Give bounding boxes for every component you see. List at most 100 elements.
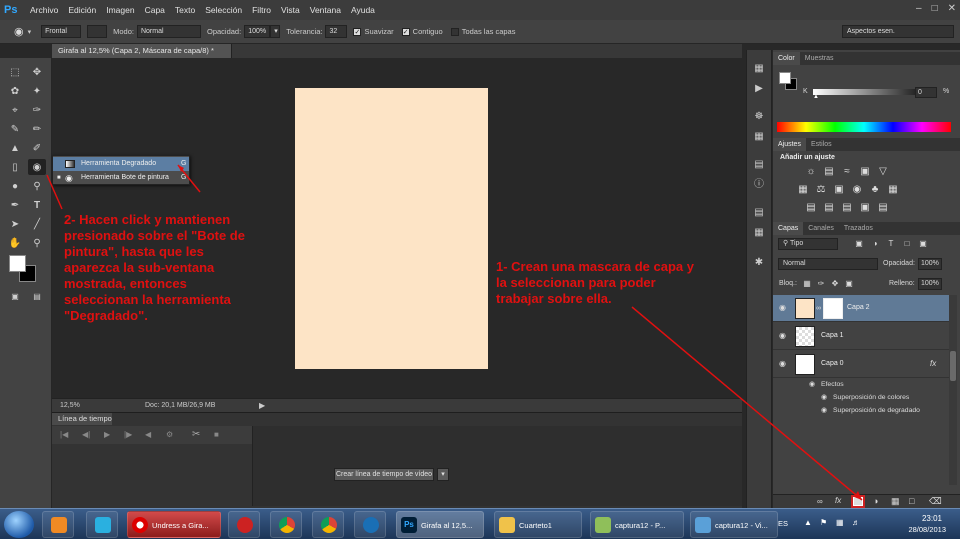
- layer-effects-fx-icon[interactable]: fx: [930, 359, 936, 368]
- tab-adjustments[interactable]: Ajustes: [773, 138, 806, 151]
- paint-bucket-tool-item[interactable]: ■ ◉ Herramienta Bote de pintura G: [53, 171, 189, 185]
- brush-tool-icon[interactable]: ✏: [28, 121, 46, 137]
- pen-tool-icon[interactable]: ✒: [6, 197, 24, 213]
- tab-channels[interactable]: Canales: [803, 222, 839, 235]
- add-layer-mask-icon[interactable]: [851, 495, 865, 508]
- type-tool-icon[interactable]: T: [28, 197, 46, 213]
- clock-date[interactable]: 28/08/2013: [908, 525, 946, 534]
- navigator-panel-icon[interactable]: ▦: [752, 226, 766, 240]
- blur-tool-icon[interactable]: ●: [6, 178, 24, 194]
- lock-transparency-icon[interactable]: ▦: [801, 278, 813, 290]
- hand-tool-icon[interactable]: ✋: [6, 235, 24, 251]
- tray-arrow-icon[interactable]: ▲: [804, 518, 812, 527]
- color-fg-swatch[interactable]: [779, 72, 791, 84]
- document-tab[interactable]: Girafa al 12,5% (Capa 2, Máscara de capa…: [52, 44, 232, 58]
- fill-source-select[interactable]: Frontal: [41, 25, 82, 38]
- next-frame-icon[interactable]: |▶: [124, 430, 132, 439]
- foreground-color-swatch[interactable]: [9, 255, 26, 272]
- contiguous-checkbox[interactable]: ✓: [401, 27, 410, 36]
- layer-row-capa-1[interactable]: ◉ Capa 1: [773, 323, 949, 350]
- taskbar-app-2[interactable]: [86, 511, 118, 538]
- gradient-tool-item[interactable]: Herramienta Degradado G: [53, 157, 189, 171]
- marquee-tool-icon[interactable]: ⬚: [6, 64, 24, 80]
- paragraph-panel-icon[interactable]: ▤: [752, 206, 766, 220]
- network-icon[interactable]: ▦: [836, 518, 844, 527]
- tab-layers[interactable]: Capas: [773, 222, 804, 235]
- tab-paths[interactable]: Trazados: [839, 222, 878, 235]
- menu-imagen[interactable]: Imagen: [106, 5, 134, 15]
- tab-swatches[interactable]: Muestras: [800, 52, 839, 65]
- new-group-icon[interactable]: ▦: [891, 496, 900, 507]
- eye-icon[interactable]: ◉: [779, 332, 789, 340]
- effect-row-color-overlay[interactable]: ◉ Superposición de colores: [773, 391, 949, 404]
- menu-ayuda[interactable]: Ayuda: [351, 5, 375, 15]
- filter-type-icon[interactable]: T: [885, 238, 897, 250]
- new-adjustment-icon[interactable]: ◑: [873, 496, 878, 506]
- clone-stamp-tool-icon[interactable]: ▲: [6, 140, 24, 156]
- all-layers-checkbox[interactable]: [450, 27, 459, 36]
- menu-texto[interactable]: Texto: [175, 5, 195, 15]
- menu-seleccion[interactable]: Selección: [205, 5, 242, 15]
- character-panel-icon[interactable]: ▤: [752, 158, 766, 172]
- trash-icon[interactable]: ⌫: [929, 496, 942, 507]
- play-icon[interactable]: ▶: [104, 430, 110, 439]
- black-white-icon[interactable]: ▣: [833, 184, 845, 196]
- taskbar-photoshop-window[interactable]: Ps Girafa al 12,5...: [396, 511, 484, 538]
- eyedropper-tool-icon[interactable]: ✑: [28, 102, 46, 118]
- document-canvas[interactable]: [295, 88, 488, 369]
- color-balance-icon[interactable]: ⚖: [815, 184, 827, 196]
- hue-saturation-icon[interactable]: ▦: [797, 184, 809, 196]
- quick-mask-icon[interactable]: ▣: [6, 288, 24, 304]
- taskbar-media-player[interactable]: [42, 511, 74, 538]
- opacity-input[interactable]: 100%: [244, 25, 271, 38]
- photo-filter-icon[interactable]: ◉: [851, 184, 863, 196]
- taskbar-paint-window[interactable]: captura12 - P...: [590, 511, 684, 538]
- selective-color-icon[interactable]: ▣: [859, 202, 871, 214]
- brightness-icon[interactable]: ☼: [805, 166, 817, 178]
- lock-pixels-icon[interactable]: ✑: [815, 278, 827, 290]
- taskbar-chrome-1[interactable]: [270, 511, 302, 538]
- menu-capa[interactable]: Capa: [145, 5, 165, 15]
- scissors-icon[interactable]: ✂: [192, 429, 200, 440]
- path-selection-tool-icon[interactable]: ➤: [6, 216, 24, 232]
- timeline-tab[interactable]: Línea de tiempo: [52, 413, 112, 425]
- zoom-tool-icon[interactable]: ⚲: [28, 235, 46, 251]
- layer-mask-thumbnail[interactable]: [823, 298, 843, 319]
- close-icon[interactable]: ✕: [948, 3, 956, 14]
- start-button[interactable]: [4, 511, 34, 538]
- smooth-checkbox[interactable]: ✓: [353, 27, 362, 36]
- filter-pixel-icon[interactable]: ▣: [853, 238, 865, 250]
- info-panel-icon[interactable]: ⓘ: [752, 178, 766, 192]
- menu-edicion[interactable]: Edición: [68, 5, 96, 15]
- mode-select[interactable]: Normal: [136, 25, 201, 38]
- eraser-tool-icon[interactable]: ▯: [6, 159, 24, 175]
- workspace-select[interactable]: Aspectos esen.: [842, 25, 954, 38]
- layer-filter-select[interactable]: ⚲ Tipo: [778, 238, 838, 250]
- tolerance-input[interactable]: 32: [325, 25, 348, 38]
- new-layer-icon[interactable]: □: [909, 496, 914, 506]
- k-channel-input[interactable]: 0: [915, 87, 937, 98]
- posterize-icon[interactable]: ▤: [823, 202, 835, 214]
- previous-frame-icon[interactable]: ◀|: [82, 430, 90, 439]
- history-brush-tool-icon[interactable]: ✐: [28, 140, 46, 156]
- channel-mixer-icon[interactable]: ♣: [869, 184, 881, 196]
- link-layers-icon[interactable]: ∞: [817, 497, 823, 506]
- dodge-tool-icon[interactable]: ⚲: [28, 178, 46, 194]
- slider-handle-icon[interactable]: ▲: [813, 94, 819, 100]
- minimize-icon[interactable]: –: [916, 3, 922, 14]
- effect-eye-icon[interactable]: ◉: [821, 391, 827, 404]
- fill-input[interactable]: 100%: [918, 278, 942, 290]
- effects-eye-icon[interactable]: ◉: [809, 378, 815, 391]
- move-tool-icon[interactable]: ✥: [28, 64, 46, 80]
- language-indicator[interactable]: ES: [778, 519, 788, 528]
- audio-icon[interactable]: ◀: [145, 430, 151, 439]
- layer-row-capa-0[interactable]: ◉ Capa 0 fx: [773, 351, 949, 378]
- layers-scrollbar-thumb[interactable]: [950, 351, 956, 381]
- eye-icon[interactable]: ◉: [779, 360, 789, 368]
- blend-mode-select[interactable]: Normal: [778, 258, 878, 270]
- volume-icon[interactable]: ♬: [852, 518, 860, 527]
- screen-mode-icon[interactable]: ▤: [28, 288, 46, 304]
- levels-icon[interactable]: ▤: [823, 166, 835, 178]
- filter-shape-icon[interactable]: □: [901, 238, 913, 250]
- taskbar-app-4[interactable]: [228, 511, 260, 538]
